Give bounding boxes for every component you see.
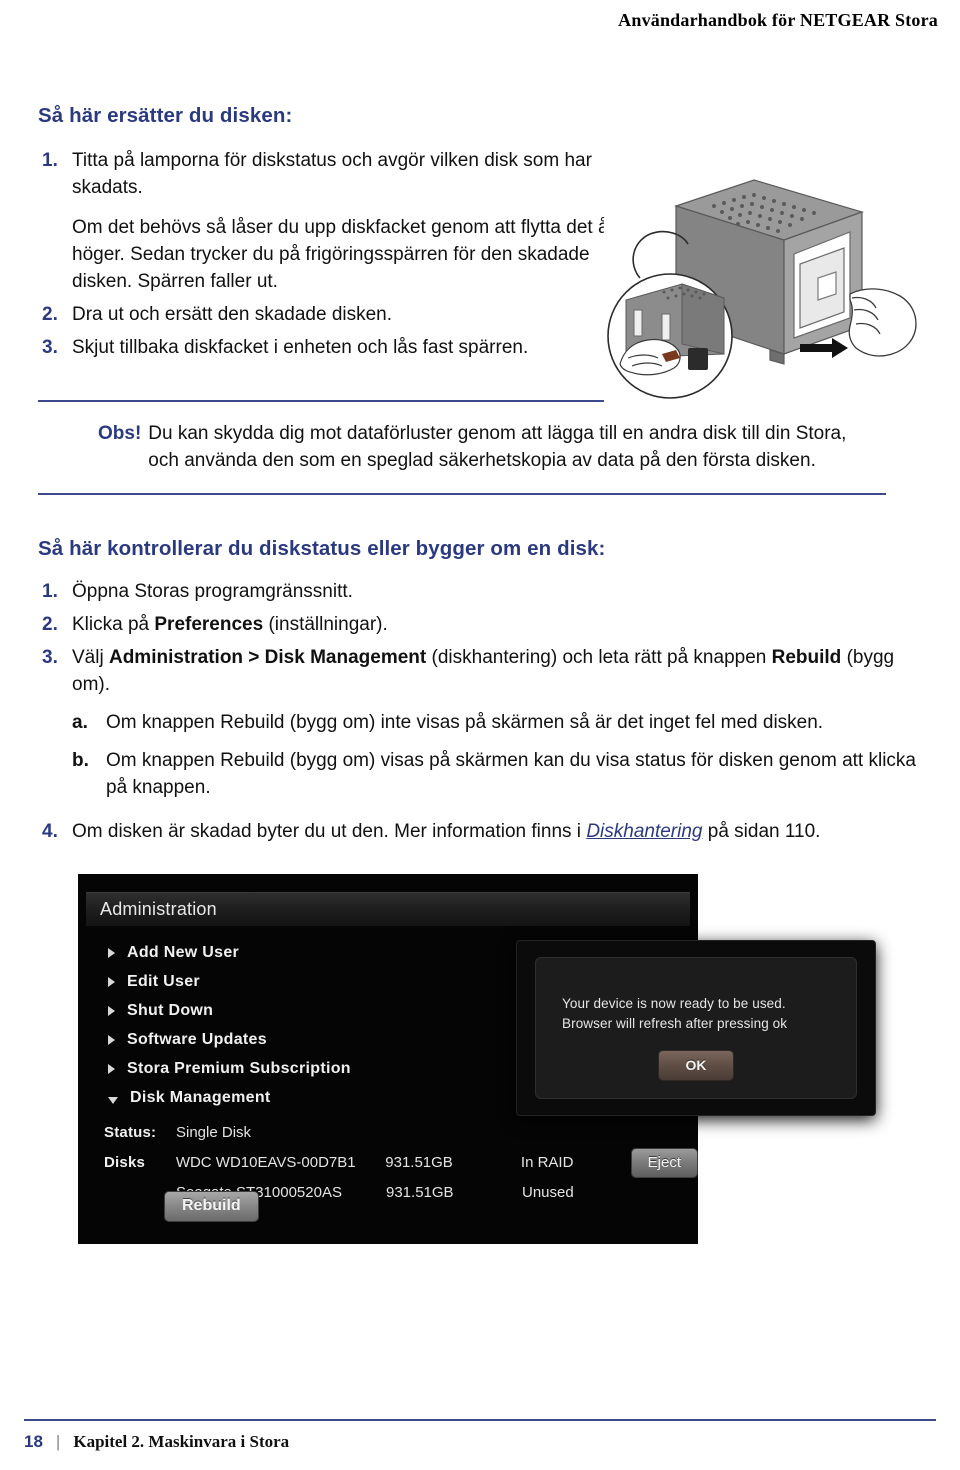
admin-ui-screenshot: Administration Add New User Edit User Sh… — [38, 868, 922, 1260]
step-text: Öppna Storas programgränssnitt. — [72, 579, 922, 606]
disk-state: In RAID — [520, 1154, 574, 1172]
step-text: Dra ut och ersätt den skadade disken. — [72, 302, 618, 329]
page-footer: 18 | Kapitel 2. Maskinvara i Stora — [24, 1419, 936, 1452]
replace-disk-step-list: 1. Titta på lamporna för diskstatus och … — [38, 148, 618, 362]
step-number: 2. — [42, 613, 58, 635]
text-fragment: på sidan 110. — [702, 820, 821, 842]
list-item: 4. Om disken är skadad byter du ut den. … — [38, 819, 922, 846]
chevron-down-icon — [108, 1096, 118, 1104]
table-row: Disks WDC WD10EAVS-00D7B1 931.51GB In RA… — [104, 1147, 698, 1178]
note-block: Obs! Du kan skydda dig mot dataförluster… — [38, 399, 886, 495]
substep-number: b. — [72, 749, 89, 771]
step-number: 2. — [42, 303, 58, 325]
step-text: Klicka på Preferences (inställningar). — [72, 612, 922, 639]
list-item: 1. Titta på lamporna för diskstatus och … — [38, 148, 618, 296]
substep-text: Om knappen Rebuild (bygg om) inte visas … — [106, 711, 824, 733]
disk-size: 931.51GB — [385, 1154, 453, 1172]
step-paragraph: Dra ut och ersätt den skadade disken. — [72, 303, 393, 325]
dialog-body: Your device is now ready to be used. Bro… — [535, 956, 857, 1099]
step-text: Skjut tillbaka diskfacket i enheten och … — [72, 335, 618, 362]
ok-button[interactable]: OK — [658, 1050, 734, 1082]
section-heading-check-disk: Så här kontrollerar du diskstatus eller … — [38, 536, 606, 560]
text-fragment: (diskhantering) och leta rätt på knappen — [426, 646, 772, 668]
page-content: Så här ersätter du disken: 1. Titta på l… — [38, 104, 922, 1260]
menu-item-label: Add New User — [127, 944, 240, 962]
step-paragraph: Titta på lamporna för diskstatus och avg… — [72, 150, 592, 198]
page-running-header: Användarhandbok för NETGEAR Stora — [0, 0, 960, 40]
step-text: Om disken är skadad byter du ut den. Mer… — [72, 819, 922, 846]
list-item: 1. Öppna Storas programgränssnitt. — [38, 579, 922, 606]
step-paragraph: Välj Administration > Disk Management (d… — [72, 645, 922, 699]
status-label: Status: — [104, 1124, 157, 1142]
chevron-right-icon — [108, 948, 115, 959]
check-disk-section: Så här kontrollerar du diskstatus eller … — [38, 537, 922, 846]
list-item: 2. Dra ut och ersätt den skadade disken. — [38, 302, 618, 329]
note-label: Obs! — [98, 422, 142, 444]
replace-disk-block: 1. Titta på lamporna för diskstatus och … — [38, 148, 922, 408]
section-heading-replace-disk: Så här ersätter du disken: — [38, 104, 293, 127]
rebuild-button[interactable]: Rebuild — [164, 1190, 259, 1222]
status-row: Status: Single Disk — [104, 1118, 698, 1148]
list-item: 3. Välj Administration > Disk Management… — [38, 645, 922, 813]
menu-item-label: Edit User — [127, 973, 200, 991]
list-item: 2. Klicka på Preferences (inställningar)… — [38, 612, 922, 639]
device-ready-dialog: Your device is now ready to be used. Bro… — [516, 939, 876, 1116]
bold-term-preferences: Preferences — [154, 613, 264, 635]
administration-titlebar: Administration — [86, 891, 690, 926]
step-paragraph: Om disken är skadad byter du ut den. Mer… — [72, 819, 922, 846]
chevron-right-icon — [108, 1035, 115, 1046]
disks-label: Disks — [104, 1154, 146, 1172]
footer-line: 18 | Kapitel 2. Maskinvara i Stora — [24, 1432, 936, 1452]
running-head-text: Användarhandbok för NETGEAR Stora — [618, 10, 938, 30]
illustration-svg — [604, 168, 922, 408]
chevron-right-icon — [108, 977, 115, 988]
menu-item-label: Disk Management — [130, 1089, 271, 1107]
list-item: a. Om knappen Rebuild (bygg om) inte vis… — [72, 710, 922, 737]
chevron-right-icon — [108, 1006, 115, 1017]
disk-state: Unused — [522, 1184, 574, 1202]
step-paragraph: Skjut tillbaka diskfacket i enheten och … — [72, 336, 529, 358]
dialog-message: Your device is now ready to be used. Bro… — [562, 995, 788, 1031]
stora-disk-removal-illustration — [604, 168, 922, 408]
step-number: 1. — [42, 150, 58, 171]
list-item: 3. Skjut tillbaka diskfacket i enheten o… — [38, 335, 618, 362]
list-item: b. Om knappen Rebuild (bygg om) visas på… — [72, 748, 922, 802]
menu-item-label: Software Updates — [127, 1031, 267, 1049]
note-inner: Obs! Du kan skydda dig mot dataförluster… — [38, 402, 886, 493]
bold-term-rebuild: Rebuild — [771, 646, 842, 668]
text-fragment: Välj — [72, 646, 109, 668]
text-fragment: Klicka på — [72, 613, 155, 635]
step-text: Välj Administration > Disk Management (d… — [72, 645, 922, 813]
menu-item-label: Stora Premium Subscription — [127, 1060, 351, 1078]
step-paragraph: Öppna Storas programgränssnitt. — [72, 580, 353, 602]
step-number: 1. — [42, 580, 58, 602]
step-paragraph: Klicka på Preferences (inställningar). — [72, 612, 922, 639]
cross-reference-link-diskhantering[interactable]: Diskhantering — [586, 821, 702, 842]
step-text: Titta på lamporna för diskstatus och avg… — [72, 148, 618, 296]
chevron-right-icon — [108, 1064, 115, 1075]
text-fragment: Om disken är skadad byter du ut den. Mer… — [72, 820, 587, 842]
note-text: Du kan skydda dig mot dataförluster geno… — [148, 422, 847, 472]
step-number: 3. — [42, 336, 58, 358]
substep-number: a. — [72, 711, 88, 733]
administration-title: Administration — [100, 898, 217, 919]
menu-item-label: Shut Down — [127, 1002, 214, 1020]
disk-size: 931.51GB — [386, 1184, 454, 1202]
bold-term-menu-path: Administration > Disk Management — [108, 646, 427, 668]
text-fragment: (inställningar). — [263, 613, 388, 635]
disk-name: WDC WD10EAVS-00D7B1 — [175, 1154, 356, 1172]
step-number: 4. — [42, 820, 58, 842]
check-disk-step-list: 1. Öppna Storas programgränssnitt. 2. Kl… — [38, 579, 922, 846]
step-number: 3. — [42, 646, 58, 668]
eject-button[interactable]: Eject — [630, 1147, 698, 1178]
status-value: Single Disk — [176, 1124, 252, 1142]
substep-list: a. Om knappen Rebuild (bygg om) inte vis… — [72, 710, 922, 802]
chapter-label: Kapitel 2. Maskinvara i Stora — [73, 1432, 290, 1451]
step-paragraph: Om det behövs så låser du upp diskfacket… — [72, 216, 614, 292]
page-number: 18 — [24, 1432, 43, 1451]
footer-divider — [24, 1419, 936, 1421]
footer-separator: | — [55, 1432, 61, 1451]
substep-text: Om knappen Rebuild (bygg om) visas på sk… — [106, 749, 916, 798]
